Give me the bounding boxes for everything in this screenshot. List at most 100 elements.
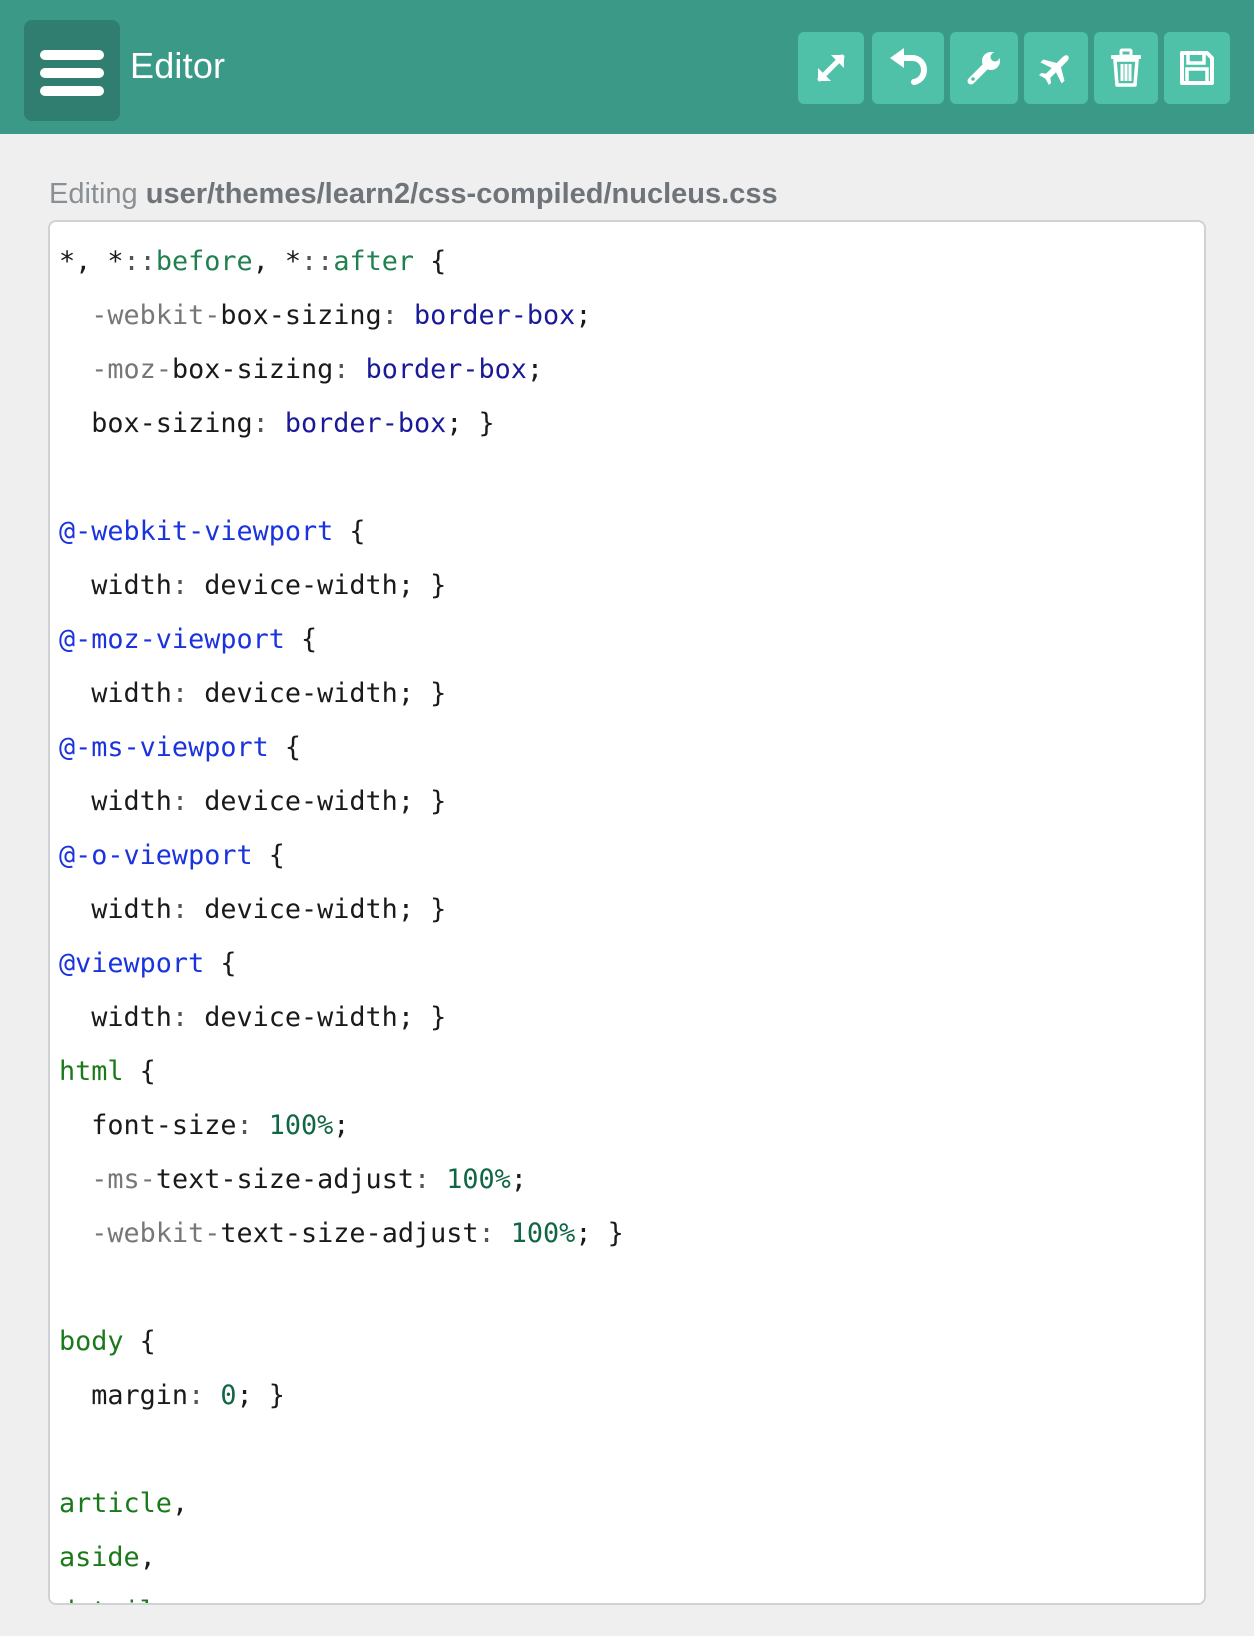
code-line: body {: [59, 1315, 624, 1369]
code-editor[interactable]: *, *::before, *::after { -webkit-box-siz…: [48, 220, 1206, 1605]
code-token: text-size-adjust: [155, 1164, 414, 1195]
code-line: width: device-width; }: [59, 775, 624, 829]
code-token: box-sizing: [59, 408, 253, 439]
code-token: :: [252, 408, 285, 439]
deploy-button[interactable]: [1024, 32, 1088, 104]
code-token: :: [171, 678, 205, 709]
code-token: width: [59, 1002, 172, 1033]
trash-icon: [1111, 48, 1141, 87]
code-token: {: [204, 948, 237, 979]
code-token: {: [123, 1056, 156, 1087]
code-line: margin: 0; }: [59, 1369, 624, 1423]
code-line: @-webkit-viewport {: [59, 505, 624, 559]
code-token: width: [59, 678, 172, 709]
file-path: user/themes/learn2/css-compiled/nucleus.…: [145, 178, 778, 210]
code-token: 100%: [268, 1110, 334, 1141]
code-line: width: device-width; }: [59, 991, 624, 1045]
code-token: ::: [301, 246, 334, 277]
code-token: :: [171, 570, 205, 601]
fullscreen-button[interactable]: [798, 32, 864, 104]
code-line: -moz-box-sizing: border-box;: [59, 343, 624, 397]
code-line: *, *::before, *::after {: [59, 235, 624, 289]
hamburger-menu-button[interactable]: [24, 20, 120, 121]
code-token: ; }: [575, 1218, 624, 1249]
code-token: aside: [59, 1542, 140, 1573]
code-token: ;: [333, 1110, 350, 1141]
code-token: box-sizing: [220, 300, 382, 331]
code-token: {: [252, 840, 285, 871]
top-bar: Editor: [0, 0, 1254, 134]
code-line: @viewport {: [59, 937, 624, 991]
app-title: Editor: [130, 45, 226, 86]
code-token: box-sizing: [171, 354, 334, 385]
code-line: article,: [59, 1477, 624, 1531]
code-token: :: [413, 1164, 447, 1195]
code-token: {: [414, 246, 447, 277]
code-token: :: [171, 894, 205, 925]
code-token: after: [333, 246, 414, 277]
code-token: 100%: [510, 1218, 576, 1249]
hamburger-menu-icon: [40, 50, 104, 60]
code-token: border-box: [365, 354, 527, 385]
code-line: width: device-width; }: [59, 667, 624, 721]
code-token: :: [188, 1380, 221, 1411]
code-token: ::: [123, 246, 156, 277]
code-token: html: [59, 1056, 124, 1087]
delete-button[interactable]: [1094, 32, 1158, 104]
code-token: -ms-: [91, 1164, 156, 1195]
code-token: :: [171, 1002, 205, 1033]
code-line: width: device-width; }: [59, 883, 624, 937]
floppy-disk-icon: [1180, 51, 1214, 85]
expand-arrows-icon: [817, 54, 845, 82]
undo-button[interactable]: [872, 32, 944, 104]
code-token: ,: [139, 1542, 156, 1573]
code-token: :: [333, 354, 366, 385]
undo-arrow-icon: [890, 48, 928, 85]
code-token: margin: [59, 1380, 189, 1411]
code-line: -webkit-text-size-adjust: 100%; }: [59, 1207, 624, 1261]
code-token: -webkit-: [91, 300, 221, 331]
code-token: ; }: [446, 408, 495, 439]
code-token: article: [59, 1488, 172, 1519]
editing-label: Editing: [49, 178, 138, 210]
code-token: :: [478, 1218, 511, 1249]
save-button[interactable]: [1164, 32, 1230, 104]
code-token: width: [59, 786, 172, 817]
code-content[interactable]: *, *::before, *::after { -webkit-box-siz…: [59, 235, 624, 1603]
code-token: -webkit-: [91, 1218, 221, 1249]
code-token: 100%: [446, 1164, 511, 1195]
code-token: {: [333, 516, 366, 547]
code-token: ;: [575, 300, 592, 331]
code-token: 0: [220, 1380, 237, 1411]
code-token: device-width; }: [204, 1002, 447, 1033]
code-line: html {: [59, 1045, 624, 1099]
code-token: border-box: [413, 300, 576, 331]
settings-button[interactable]: [950, 32, 1018, 104]
airplane-icon: [1039, 55, 1069, 85]
hamburger-menu-icon-bar: [40, 68, 104, 78]
code-token: :: [171, 786, 205, 817]
code-token: device-width; }: [204, 678, 447, 709]
code-token: ; }: [236, 1380, 285, 1411]
code-token: border-box: [284, 408, 447, 439]
wrench-icon: [967, 52, 1000, 85]
code-token: device-width; }: [204, 894, 447, 925]
code-token: :: [381, 300, 414, 331]
code-token: device-width; }: [204, 570, 447, 601]
editing-file-label: Editing user/themes/learn2/css-compiled/…: [49, 176, 778, 212]
hamburger-menu-icon-bar: [40, 86, 104, 96]
code-line: aside,: [59, 1531, 624, 1585]
code-token: body: [59, 1326, 124, 1357]
code-line: font-size: 100%;: [59, 1099, 624, 1153]
code-token: @-ms-viewport: [59, 732, 269, 763]
code-token: , *: [252, 246, 302, 277]
code-token: details: [59, 1596, 172, 1603]
code-token: ,: [172, 1596, 188, 1603]
